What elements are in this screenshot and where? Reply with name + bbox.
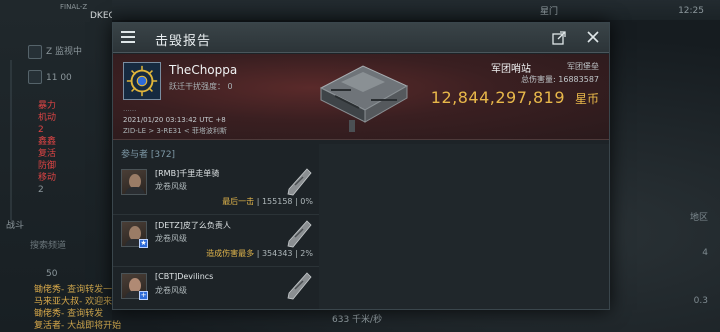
ship-icon: [287, 168, 312, 196]
detail-pane: [319, 144, 609, 309]
sidebar-section: 战斗: [6, 221, 25, 231]
participant-ship: 龙卷风级: [155, 286, 187, 295]
speed-readout: 633 千米/秒: [332, 315, 383, 325]
sidebar-row-9: 2: [38, 185, 44, 195]
participant-row[interactable]: ★ [DETZ]皮了么负责人 龙卷风级 造成伤害最多 | 354343 | 2%: [113, 215, 319, 267]
sidebar-row-5: 鑫鑫: [38, 137, 57, 147]
sidebar-row-0[interactable]: Z 监视中: [46, 46, 82, 58]
alliance-badge: +: [139, 291, 148, 300]
close-icon[interactable]: [585, 29, 601, 45]
participant-ship: 龙卷风级: [155, 182, 187, 191]
sidebar-row-8: 移动: [38, 173, 57, 183]
sidebar-divider-icon: [10, 60, 12, 220]
participant-stats: 造成伤害最多 | 354343 | 2%: [206, 249, 313, 258]
ship-icon: [287, 272, 312, 300]
participant-name: [CBT]Devilincs: [155, 272, 214, 281]
sidebar-row-6: 复活: [38, 149, 57, 159]
corp-logo-icon: [123, 62, 161, 100]
participant-stats: 最后一击 | 155158 | 0%: [222, 197, 313, 206]
victim-banner: TheChoppa 跃迁干扰强度： 0 ...... 2021/01/20 03…: [113, 54, 609, 140]
structure-image: [319, 65, 409, 132]
participant-ship: 龙卷风级: [155, 234, 187, 243]
participant-list: [RMB]千里走单骑 龙卷风级 最后一击 | 155158 | 0% ★ [DE…: [113, 163, 319, 309]
pilot-name: TheChoppa: [169, 63, 238, 77]
right-label-2: 0.3: [693, 296, 708, 306]
kill-report-modal: 击毁报告 TheChoppa 跃迁干扰强度： 0 ...... 2021/01/…: [112, 22, 610, 310]
modal-header: 击毁报告: [113, 23, 609, 53]
structure-name: 军团哨站: [491, 64, 531, 75]
stargate-button[interactable]: 星门: [540, 4, 600, 18]
corp-name: ......: [123, 105, 137, 113]
participant-name: [DETZ]皮了么负责人: [155, 221, 231, 230]
structure-class: 军团堡垒: [567, 62, 599, 71]
participant-row[interactable]: + [CBT]Devilincs 龙卷风级: [113, 267, 319, 309]
right-label-0: 地区: [689, 213, 708, 223]
stargate-label: 星门: [540, 7, 559, 17]
isk-unit: 星币: [574, 92, 599, 106]
alliance-badge: ★: [139, 239, 148, 248]
chat-line-3: 复活者- 大战即将开始: [34, 321, 122, 331]
overview-icon[interactable]: [28, 45, 42, 59]
left-panel: FINAL-Z DKEG-X Z 监视中 11 00 暴力 机动 2 鑫鑫 复活…: [0, 0, 139, 332]
top-right-text: 12:25: [678, 6, 704, 16]
modal-title: 击毁报告: [155, 34, 212, 49]
share-icon[interactable]: [552, 31, 566, 45]
top-bar: [112, 0, 720, 20]
ship-icon: [287, 220, 312, 248]
chat-search-input[interactable]: 搜索频道: [30, 240, 66, 252]
kill-location: ZID-LE > 3-RE31 < 菲塔波利斯: [123, 127, 227, 135]
participants-header: 参与者 [372]: [121, 150, 176, 160]
chat-count: 50: [46, 269, 58, 279]
sidebar-row-7: 防御: [38, 161, 57, 171]
isk-value: 12,844,297,819: [430, 88, 565, 107]
participant-name: [RMB]千里走单骑: [155, 169, 220, 178]
sidebar-row-3: 机动: [38, 113, 57, 123]
menu-icon[interactable]: [121, 31, 135, 43]
sidebar-row-2: 暴力: [38, 101, 57, 111]
total-damage: 总伤害量: 16883587: [521, 74, 599, 85]
participant-row[interactable]: [RMB]千里走单骑 龙卷风级 最后一击 | 155158 | 0%: [113, 163, 319, 215]
kill-timestamp: 2021/01/20 03:13:42 UTC +8: [123, 116, 226, 124]
sidebar-row-1: 11 00: [46, 73, 72, 83]
total-damage-label: 总伤害量:: [521, 75, 556, 84]
pilot-security: 跃迁干扰强度： 0: [169, 82, 233, 91]
right-label-1: 4: [702, 248, 708, 258]
pause-icon[interactable]: [28, 70, 42, 84]
total-damage-value: 16883587: [558, 75, 599, 84]
sidebar-row-4: 2: [38, 125, 44, 135]
avatar: [121, 169, 147, 195]
top-name-small: FINAL-Z: [60, 3, 88, 11]
